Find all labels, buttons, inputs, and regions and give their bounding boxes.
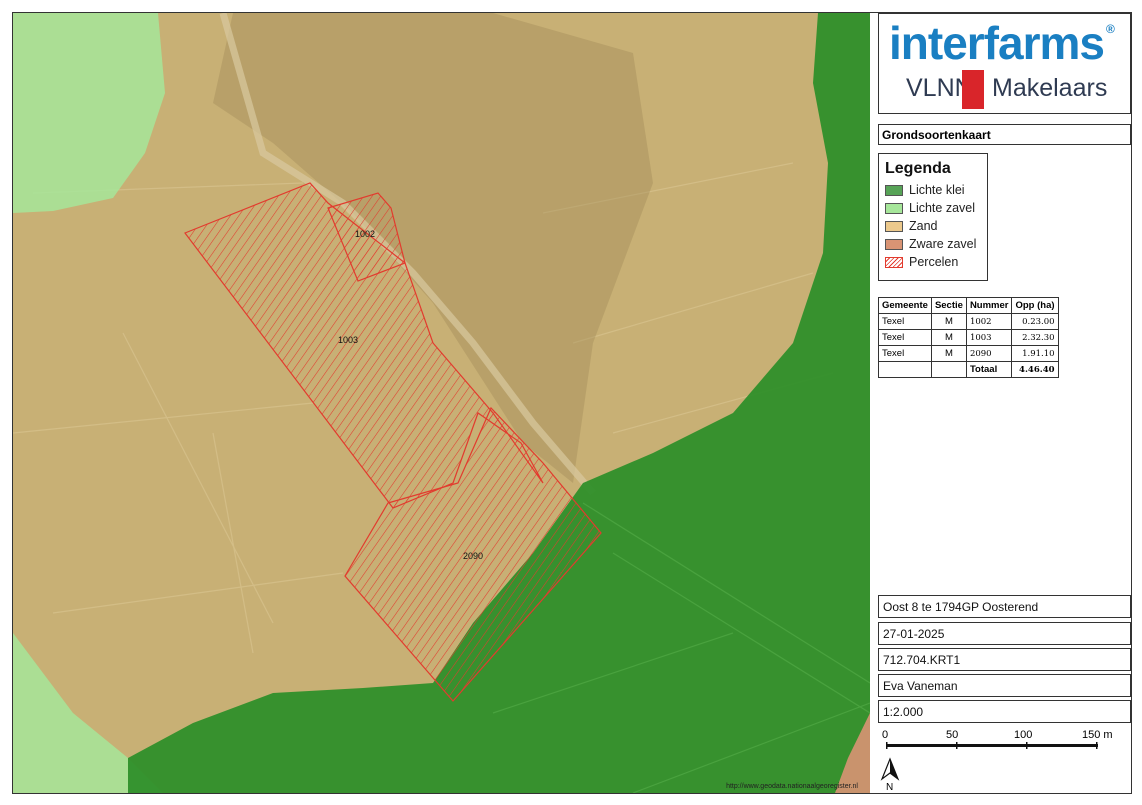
legend-item-lichte-klei: Lichte klei — [885, 181, 987, 199]
north-label: N — [886, 782, 893, 793]
scale-box: 1:2.000 — [878, 700, 1131, 723]
logo-box: interfarms ® VLNN Makelaars — [878, 13, 1131, 114]
legend: Legenda Lichte klei Lichte zavel Zand Zw… — [878, 153, 988, 281]
legend-item-lichte-zavel: Lichte zavel — [885, 199, 987, 217]
table-row: Texel M 1003 2.32.30 — [878, 329, 1059, 346]
cell-sectie: M — [930, 345, 967, 362]
map-title: Grondsoortenkaart — [878, 124, 1131, 145]
cell-empty — [930, 361, 967, 378]
parcel-table: Gemeente Sectie Nummer Opp (ha) Texel M … — [878, 297, 1059, 378]
scale-tick — [956, 742, 958, 749]
col-nummer: Nummer — [965, 297, 1013, 314]
scale-label-0: 0 — [882, 729, 888, 741]
scale-tick — [1026, 742, 1028, 749]
legend-label: Zware zavel — [909, 237, 977, 251]
cell-nummer: 1002 — [965, 313, 1013, 330]
col-gemeente: Gemeente — [878, 297, 932, 314]
cell-sectie: M — [930, 329, 967, 346]
map-canvas: 1002 1003 2090 — [13, 13, 870, 793]
cell-gemeente: Texel — [878, 345, 932, 362]
scale-tick — [1096, 742, 1098, 749]
scale-label-150: 150 m — [1082, 729, 1113, 741]
cell-nummer: 1003 — [965, 329, 1013, 346]
address-box: Oost 8 te 1794GP Oosterend — [878, 595, 1131, 618]
legend-swatch — [885, 184, 903, 196]
legend-swatch-hatch — [885, 256, 903, 268]
brand-logo-text: interfarms — [889, 17, 1105, 69]
legend-item-percelen: Percelen — [885, 253, 987, 271]
cell-total-label: Totaal — [965, 361, 1013, 378]
cell-gemeente: Texel — [878, 313, 932, 330]
parcel-label-1003: 1003 — [338, 335, 358, 345]
parcel-label-2090: 2090 — [463, 551, 483, 561]
table-row: Texel M 1002 0.23.00 — [878, 313, 1059, 330]
cell-total-value: 4.46.40 — [1011, 361, 1059, 378]
date-box: 27-01-2025 — [878, 622, 1131, 645]
map-view[interactable]: 1002 1003 2090 http://www.geodata.nation… — [13, 13, 870, 793]
table-row: Texel M 2090 1.91.10 — [878, 345, 1059, 362]
legend-title: Legenda — [885, 160, 951, 177]
cell-nummer: 2090 — [965, 345, 1013, 362]
parcel-label-1002: 1002 — [355, 229, 375, 239]
author-box: Eva Vaneman — [878, 674, 1131, 697]
scale-bar: 0 50 100 150 m — [882, 729, 1113, 749]
scale-bar-line — [886, 744, 1098, 747]
table-total-row: Totaal 4.46.40 — [878, 361, 1059, 378]
logo-makelaars: Makelaars — [992, 74, 1108, 102]
cell-opp: 2.32.30 — [1011, 329, 1059, 346]
legend-item-zand: Zand — [885, 217, 987, 235]
reference-box: 712.704.KRT1 — [878, 648, 1131, 671]
scale-label-100: 100 — [1014, 729, 1032, 741]
legend-swatch — [885, 202, 903, 214]
cell-opp: 0.23.00 — [1011, 313, 1059, 330]
registered-mark: ® — [1106, 22, 1115, 36]
legend-label: Percelen — [909, 255, 959, 269]
logo-red-bar — [962, 70, 984, 109]
cell-opp: 1.91.10 — [1011, 345, 1059, 362]
map-source-url: http://www.geodata.nationaalgeoregister.… — [726, 783, 858, 790]
legend-label: Zand — [909, 219, 938, 233]
north-arrow-icon: N — [880, 757, 900, 793]
cell-sectie: M — [930, 313, 967, 330]
scale-tick — [886, 742, 888, 749]
cell-empty — [878, 361, 932, 378]
col-sectie: Sectie — [930, 297, 967, 314]
cell-gemeente: Texel — [878, 329, 932, 346]
table-header-row: Gemeente Sectie Nummer Opp (ha) — [878, 297, 1059, 314]
legend-item-zware-zavel: Zware zavel — [885, 235, 987, 253]
legend-swatch — [885, 220, 903, 232]
legend-label: Lichte klei — [909, 183, 965, 197]
scale-label-50: 50 — [946, 729, 958, 741]
col-opp: Opp (ha) — [1011, 297, 1059, 314]
legend-swatch — [885, 238, 903, 250]
legend-label: Lichte zavel — [909, 201, 976, 215]
